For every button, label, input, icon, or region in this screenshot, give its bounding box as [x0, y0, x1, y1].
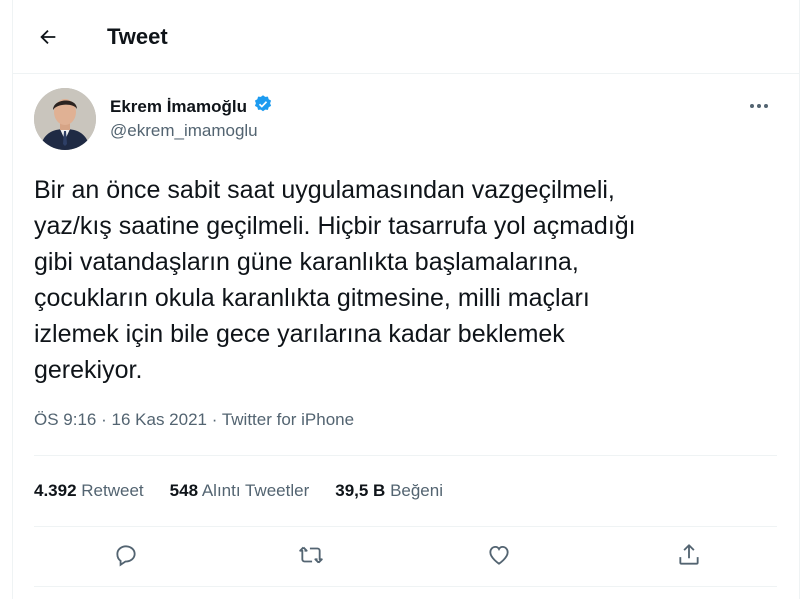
- retweet-stat[interactable]: 4.392 Retweet: [34, 481, 144, 501]
- share-icon[interactable]: [674, 540, 704, 570]
- like-count: 39,5 B: [335, 481, 386, 500]
- tweet-column: Tweet Ekrem İmamoğlu @ekrem_imamoglu Bir…: [12, 0, 800, 599]
- quote-count: 548: [169, 481, 199, 500]
- meta-separator: ·: [101, 410, 107, 429]
- retweet-label: Retweet: [81, 481, 144, 500]
- author-name[interactable]: Ekrem İmamoğlu: [110, 97, 247, 117]
- header: Tweet: [13, 0, 799, 74]
- verified-badge-icon: [253, 94, 273, 119]
- page-title: Tweet: [107, 24, 168, 49]
- like-label: Beğeni: [390, 481, 443, 500]
- author-handle[interactable]: @ekrem_imamoglu: [110, 121, 258, 141]
- tweet-text: Bir an önce sabit saat uygulamasından va…: [34, 176, 636, 384]
- meta-separator: ·: [211, 410, 218, 429]
- tweet-stats: 4.392 Retweet 548 Alıntı Tweetler 39,5 B…: [34, 455, 777, 527]
- quote-stat[interactable]: 548 Alıntı Tweetler: [170, 481, 310, 501]
- back-arrow-icon[interactable]: [35, 24, 61, 50]
- like-icon[interactable]: [484, 540, 514, 570]
- like-stat[interactable]: 39,5 B Beğeni: [335, 481, 443, 501]
- quote-label: Alıntı Tweetler: [201, 481, 310, 500]
- retweet-count: 4.392: [34, 481, 77, 500]
- author-name-row[interactable]: Ekrem İmamoğlu: [110, 94, 273, 119]
- tweet-source[interactable]: Twitter for iPhone: [222, 410, 354, 429]
- tweet-time[interactable]: ÖS 9:16: [34, 410, 96, 429]
- avatar[interactable]: [34, 88, 96, 150]
- more-icon[interactable]: [749, 96, 769, 116]
- reply-icon[interactable]: [111, 540, 141, 570]
- tweet-date[interactable]: 16 Kas 2021: [112, 410, 207, 429]
- retweet-icon[interactable]: [296, 540, 326, 570]
- tweet-actions: [34, 526, 777, 587]
- tweet-meta: ÖS 9:16 · 16 Kas 2021 · Twitter for iPho…: [34, 410, 354, 430]
